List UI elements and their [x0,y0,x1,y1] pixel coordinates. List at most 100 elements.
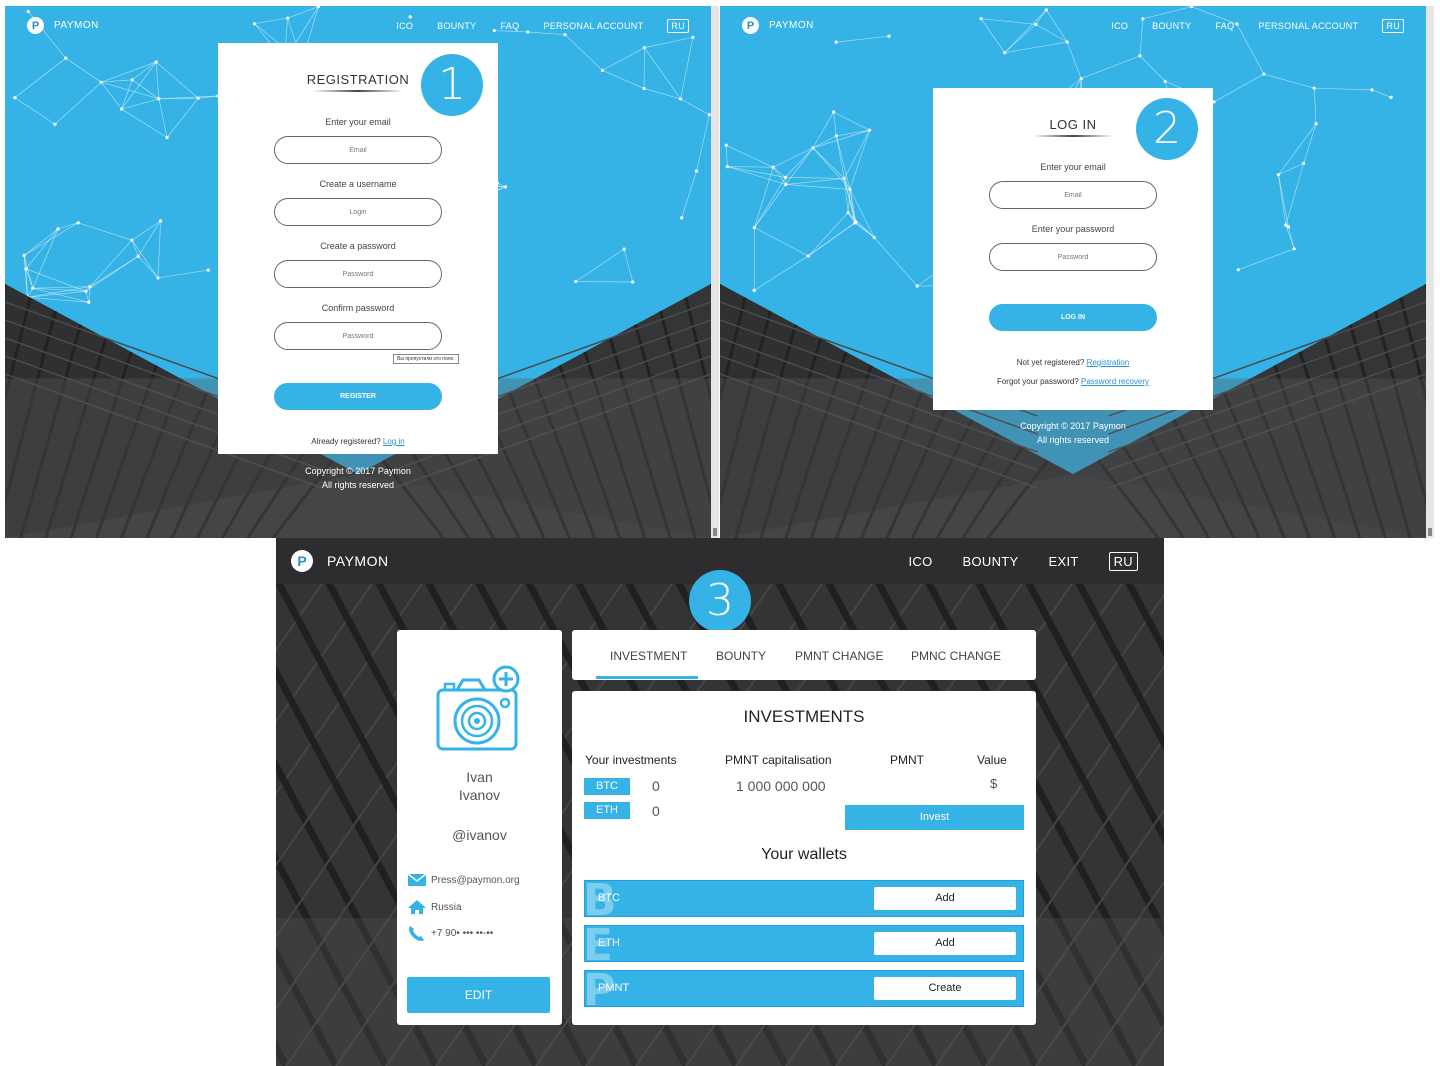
camera-plus-icon[interactable] [435,665,525,757]
paymon-logo-icon: P [27,17,44,34]
wallet-name: ETH [598,937,620,949]
country-value: Russia [431,901,462,913]
nav-ico[interactable]: ICO [396,21,413,31]
nav-bounty[interactable]: BOUNTY [437,21,476,31]
brand-logo[interactable]: P PAYMON [27,17,99,34]
password-input[interactable] [989,243,1157,271]
email-input[interactable] [274,136,442,164]
confirm-password-input[interactable] [274,322,442,350]
language-switch[interactable]: RU [1108,552,1138,571]
phone-value: +7 90• ••• ••-•• [431,927,494,939]
register-button[interactable]: REGISTER [274,383,442,410]
copyright-line2: All rights reserved [1036,435,1110,445]
tab-bounty[interactable]: BOUNTY [716,649,766,663]
password-label: Enter your password [1031,224,1115,234]
already-registered-label: Already registered? [311,437,381,446]
home-icon [408,900,426,914]
nav-links: ICO BOUNTY EXIT RU [909,552,1138,571]
password-label: Create a password [320,241,396,251]
email-value: Press@paymon.org [431,874,520,886]
paymon-logo-icon: P [291,550,313,572]
col-value: Value [977,753,1007,767]
scrollbar[interactable] [711,6,719,538]
login-link[interactable]: Log in [383,437,405,446]
col-pmnt: PMNT [890,753,924,767]
personal-account-screen: P PAYMON ICO BOUNTY EXIT RU 3 Ivan Ivano… [276,538,1164,1066]
tab-investment[interactable]: INVESTMENT [610,649,687,663]
login-screen: P PAYMON ICO BOUNTY FAQ PERSONAL ACCOUNT… [720,6,1426,538]
btc-amount: 0 [652,778,660,794]
step-badge-2: 2 [1136,98,1198,160]
nav-personal-account[interactable]: PERSONAL ACCOUNT [1258,21,1358,31]
copyright-line2: All rights reserved [321,480,395,490]
brand-logo[interactable]: P PAYMON [291,550,389,572]
scrollbar-thumb[interactable] [1428,528,1432,536]
wallet-row-btc: B BTC Add [584,880,1024,917]
nav-faq[interactable]: FAQ [1215,21,1234,31]
username-input[interactable] [274,198,442,226]
registration-screen: P PAYMON ICO BOUNTY FAQ PERSONAL ACCOUNT… [5,6,711,538]
nav-links: ICO BOUNTY FAQ PERSONAL ACCOUNT RU [1111,19,1404,33]
login-button[interactable]: LOG IN [989,304,1157,331]
forgot-password-text: Forgot your password? Password recovery [933,377,1213,386]
title-underline [1033,135,1113,137]
email-label: Enter your email [325,117,391,127]
edit-profile-button[interactable]: EDIT [407,977,550,1013]
nav-faq[interactable]: FAQ [500,21,519,31]
nav-bounty[interactable]: BOUNTY [963,554,1019,569]
phone-icon [409,926,424,941]
profile-phone: +7 90• ••• ••-•• [407,924,493,942]
not-registered-label: Not yet registered? [1016,358,1085,367]
nav-ico[interactable]: ICO [1111,21,1128,31]
not-registered-text: Not yet registered? Registration [933,358,1213,367]
scrollbar-thumb[interactable] [713,528,717,536]
add-eth-wallet-button[interactable]: Add [874,932,1016,955]
investments-panel: INVESTMENTS Your investments PMNT capita… [572,691,1036,1025]
nav-bounty[interactable]: BOUNTY [1152,21,1191,31]
email-input[interactable] [989,181,1157,209]
eth-amount: 0 [652,803,660,819]
account-tabs: INVESTMENT BOUNTY PMNT CHANGE PMNC CHANG… [572,630,1036,680]
tab-pmnt-change[interactable]: PMNT CHANGE [795,649,883,663]
add-btc-wallet-button[interactable]: Add [874,887,1016,910]
first-name: Ivan [466,769,493,785]
scrollbar[interactable] [1426,6,1434,538]
brand-name: PAYMON [769,20,814,31]
language-switch[interactable]: RU [1382,19,1404,33]
password-recovery-link[interactable]: Password recovery [1081,377,1149,386]
top-navigation: P PAYMON ICO BOUNTY FAQ PERSONAL ACCOUNT… [720,6,1426,46]
already-registered-text: Already registered? Log in [218,437,498,446]
password-input[interactable] [274,260,442,288]
invest-button[interactable]: Invest [845,805,1024,830]
col-pmnt-capitalisation: PMNT capitalisation [725,753,832,767]
copyright: Copyright © 2017 Paymon All rights reser… [973,419,1173,447]
nav-exit[interactable]: EXIT [1049,554,1079,569]
step-badge-3: 3 [689,570,751,632]
wallet-name: PMNT [598,982,630,994]
copyright-line1: Copyright © 2017 Paymon [305,466,411,476]
registration-link[interactable]: Registration [1087,358,1130,367]
value-currency: $ [990,776,998,791]
paymon-logo-icon: P [742,17,759,34]
wallet-row-eth: E ETH Add [584,925,1024,962]
active-tab-indicator [596,676,698,679]
col-your-investments: Your investments [585,753,677,767]
eth-badge: ETH [584,802,630,819]
forgot-password-label: Forgot your password? [996,377,1079,386]
nav-links: ICO BOUNTY FAQ PERSONAL ACCOUNT RU [396,19,689,33]
tab-pmnc-change[interactable]: PMNC CHANGE [911,649,1001,663]
validation-tooltip: Вы пропустили это поле. [393,354,459,364]
btc-badge: BTC [584,778,630,795]
wallets-title: Your wallets [761,846,847,863]
wallet-name: BTC [598,892,620,904]
email-label: Enter your email [1040,162,1106,172]
language-switch[interactable]: RU [667,19,689,33]
composite-screenshot: P PAYMON ICO BOUNTY FAQ PERSONAL ACCOUNT… [0,0,1440,1066]
top-navigation: P PAYMON ICO BOUNTY FAQ PERSONAL ACCOUNT… [5,6,711,46]
nav-personal-account[interactable]: PERSONAL ACCOUNT [543,21,643,31]
brand-name: PAYMON [327,553,389,569]
brand-logo[interactable]: P PAYMON [742,17,814,34]
create-pmnt-wallet-button[interactable]: Create [874,977,1016,1000]
nav-ico[interactable]: ICO [909,554,933,569]
copyright: Copyright © 2017 Paymon All rights reser… [258,464,458,492]
